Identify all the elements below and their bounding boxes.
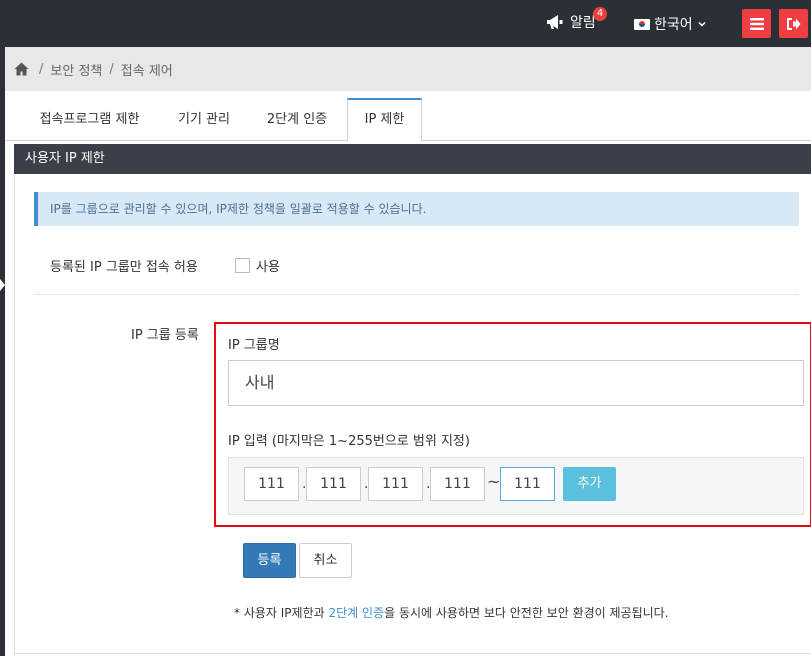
ip-range-end-input[interactable]: 111: [500, 467, 555, 501]
ip-octet-4-input[interactable]: 111: [430, 467, 485, 501]
ip-octet-1-input[interactable]: 111: [244, 467, 299, 501]
megaphone-icon: [547, 15, 563, 29]
divider: [34, 294, 799, 295]
footnote-suffix: 을 동시에 사용하면 보다 안전한 보안 환경이 제공됩니다.: [384, 606, 669, 620]
breadcrumb-separator: /: [109, 61, 114, 77]
panel-title: 사용자 IP 제한: [14, 144, 811, 174]
ip-input-group: 111 . 111 . 111 . 111 ~ 111 추가: [228, 457, 804, 515]
footnote-prefix: * 사용자 IP제한과: [234, 606, 329, 620]
panel-body: IP를 그룹으로 관리할 수 있으며, IP제한 정책을 일괄로 적용할 수 있…: [14, 174, 811, 656]
breadcrumb-item-access-control: 접속 제어: [120, 63, 173, 79]
breadcrumb: / 보안 정책 / 접속 제어: [5, 47, 811, 91]
tab-program-restriction[interactable]: 접속프로그램 제한: [19, 98, 160, 141]
use-checkbox[interactable]: 사용: [235, 256, 280, 275]
ip-octet-3-input[interactable]: 111: [368, 467, 423, 501]
info-alert: IP를 그룹으로 관리할 수 있으며, IP제한 정책을 일괄로 적용할 수 있…: [34, 192, 799, 226]
tab-ip-restriction[interactable]: IP 제한: [347, 98, 422, 142]
breadcrumb-separator: /: [39, 61, 44, 77]
group-name-input[interactable]: 사내: [228, 360, 804, 406]
add-ip-button[interactable]: 추가: [563, 467, 616, 501]
two-factor-auth-link[interactable]: 2단계 인증: [328, 606, 384, 620]
tab-bar: 접속프로그램 제한 기기 관리 2단계 인증 IP 제한: [5, 98, 811, 142]
breadcrumb-item-security-policy[interactable]: 보안 정책: [50, 60, 102, 79]
top-bar: 알림 4 한국어: [0, 0, 811, 47]
allow-registered-label: 등록된 IP 그룹만 접속 허용: [50, 260, 198, 275]
alarm-button[interactable]: 알림 4: [546, 7, 607, 32]
cancel-button[interactable]: 취소: [299, 543, 352, 578]
register-button[interactable]: 등록: [243, 543, 296, 578]
chevron-down-icon: [698, 21, 706, 27]
main-content: / 보안 정책 / 접속 제어 접속프로그램 제한 기기 관리 2단계 인증 I…: [5, 47, 811, 656]
logout-icon: [787, 17, 801, 30]
menu-button[interactable]: [742, 9, 771, 38]
language-selector[interactable]: 한국어: [634, 14, 706, 34]
group-name-label: IP 그룹명: [228, 338, 280, 353]
language-label: 한국어: [654, 17, 693, 33]
range-separator: ~: [487, 472, 501, 491]
footnote: * 사용자 IP제한과 2단계 인증을 동시에 사용하면 보다 안전한 보안 환…: [234, 604, 669, 621]
korea-flag-icon: [634, 18, 650, 30]
use-checkbox-label: 사용: [256, 260, 280, 275]
ip-input-label: IP 입력 (마지막은 1~255번으로 범위 지정): [228, 434, 470, 449]
home-icon[interactable]: [14, 62, 29, 76]
logout-button[interactable]: [779, 9, 808, 38]
group-register-label: IP 그룹 등록: [131, 328, 199, 343]
panel-bottom-border: [14, 653, 811, 654]
tab-device-management[interactable]: 기기 관리: [163, 98, 245, 141]
hamburger-icon: [749, 17, 764, 30]
alarm-label: 알림: [570, 15, 596, 31]
checkbox-box[interactable]: [235, 258, 250, 273]
tab-two-factor-auth[interactable]: 2단계 인증: [251, 98, 343, 141]
ip-octet-2-input[interactable]: 111: [306, 467, 361, 501]
alarm-count-badge: 4: [593, 7, 607, 21]
